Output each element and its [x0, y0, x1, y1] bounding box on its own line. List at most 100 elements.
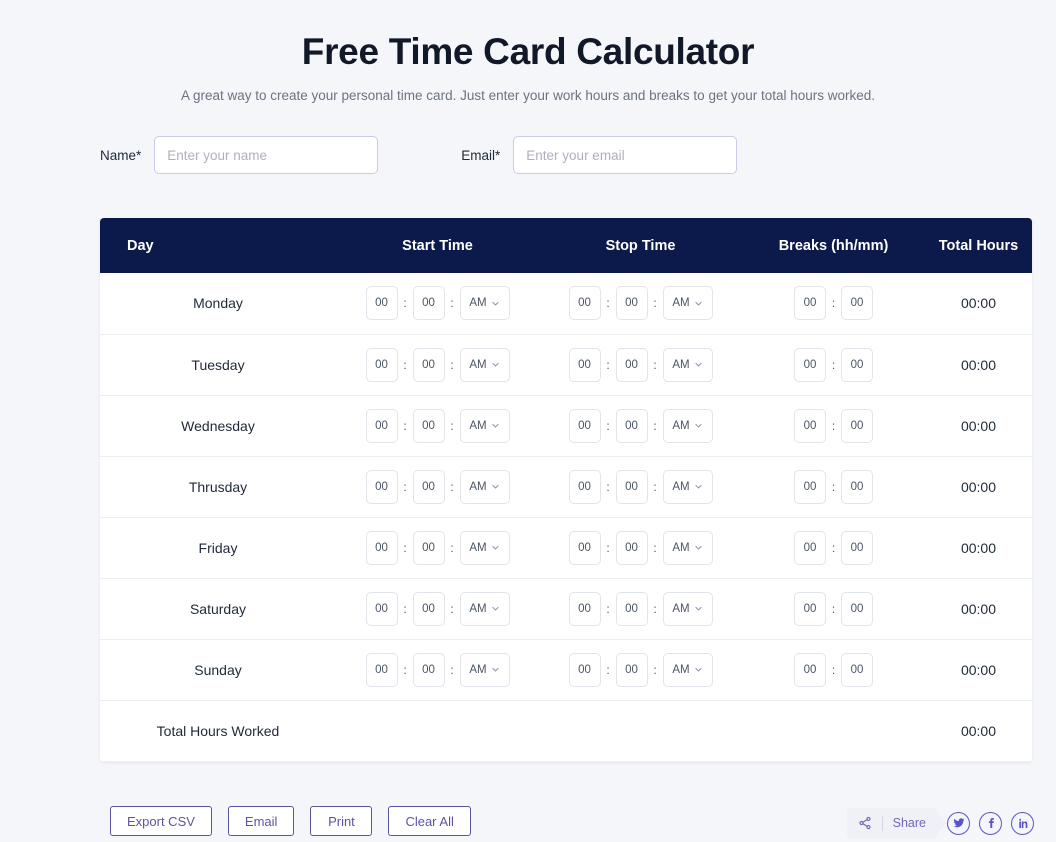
- table-row: Sunday:: AM:: AM: 00:00: [100, 639, 1032, 701]
- start-hour-input-6[interactable]: [365, 652, 398, 687]
- page-subtitle: A great way to create your personal time…: [180, 88, 876, 104]
- stop-hour-input-5[interactable]: [568, 591, 601, 626]
- time-card-table: Day Start Time Stop Time Breaks (hh/mm) …: [100, 218, 1032, 762]
- share-badge[interactable]: Share: [846, 808, 938, 838]
- stop-minute-input-3[interactable]: [615, 469, 648, 504]
- break-hour-input-2[interactable]: [794, 408, 826, 443]
- user-info-form: Name* Email*: [0, 136, 1056, 175]
- start-hour-input-5[interactable]: [365, 591, 398, 626]
- meridiem-value: AM: [469, 541, 487, 554]
- break-minute-input-0[interactable]: [841, 286, 873, 321]
- chevron-down-icon: [491, 421, 500, 430]
- start-minute-input-4[interactable]: [412, 530, 445, 565]
- table-row: Friday:: AM:: AM: 00:00: [100, 517, 1032, 579]
- stop-hour-input-3[interactable]: [568, 469, 601, 504]
- row-total-hours: 00:00: [925, 578, 1032, 640]
- break-minute-input-1[interactable]: [841, 347, 873, 382]
- break-hour-input-3[interactable]: [794, 469, 826, 504]
- start-meridiem-select-1[interactable]: AM: [459, 347, 510, 382]
- twitter-icon[interactable]: [947, 811, 970, 835]
- name-input[interactable]: [154, 136, 379, 175]
- start-hour-input-3[interactable]: [365, 469, 398, 504]
- start-meridiem-select-0[interactable]: AM: [459, 286, 510, 321]
- chevron-down-icon: [694, 421, 703, 430]
- break-hour-input-1[interactable]: [794, 347, 826, 382]
- stop-minute-input-0[interactable]: [615, 286, 648, 321]
- time-separator: :: [450, 357, 454, 372]
- break-minute-input-5[interactable]: [841, 591, 873, 626]
- time-separator: :: [831, 540, 836, 555]
- start-hour-input-0[interactable]: [365, 286, 398, 321]
- time-separator: :: [403, 357, 407, 372]
- day-label: Monday: [100, 273, 336, 335]
- print-button[interactable]: Print: [310, 806, 373, 836]
- stop-minute-input-5[interactable]: [615, 591, 648, 626]
- start-minute-input-5[interactable]: [412, 591, 445, 626]
- start-meridiem-select-2[interactable]: AM: [459, 408, 510, 443]
- start-meridiem-select-5[interactable]: AM: [459, 591, 510, 626]
- facebook-icon[interactable]: [979, 811, 1002, 835]
- table-row: Tuesday:: AM:: AM: 00:00: [100, 334, 1032, 396]
- start-minute-input-1[interactable]: [412, 347, 445, 382]
- stop-minute-input-2[interactable]: [615, 408, 648, 443]
- stop-meridiem-select-6[interactable]: AM: [662, 652, 713, 687]
- stop-meridiem-select-4[interactable]: AM: [662, 530, 713, 565]
- start-hour-input-4[interactable]: [365, 530, 398, 565]
- stop-minute-input-1[interactable]: [615, 347, 648, 382]
- stop-hour-input-4[interactable]: [568, 530, 601, 565]
- email-button[interactable]: Email: [227, 806, 295, 836]
- start-meridiem-select-3[interactable]: AM: [459, 469, 510, 504]
- start-minute-input-0[interactable]: [412, 286, 445, 321]
- day-label: Sunday: [100, 639, 336, 701]
- start-time-cell: :: AM: [336, 639, 539, 701]
- break-hour-input-6[interactable]: [794, 652, 826, 687]
- linkedin-icon[interactable]: [1011, 811, 1034, 835]
- email-label: Email*: [461, 147, 501, 163]
- stop-hour-input-0[interactable]: [568, 286, 601, 321]
- chevron-down-icon: [491, 604, 500, 613]
- stop-meridiem-select-0[interactable]: AM: [662, 286, 713, 321]
- time-separator: :: [831, 296, 836, 311]
- breaks-cell: :: [742, 517, 925, 579]
- time-separator: :: [403, 662, 407, 677]
- export-csv-button[interactable]: Export CSV: [110, 806, 212, 836]
- total-hours-value: 00:00: [925, 700, 1032, 762]
- start-hour-input-1[interactable]: [365, 347, 398, 382]
- day-label: Tuesday: [100, 334, 336, 396]
- time-separator: :: [606, 357, 610, 372]
- stop-meridiem-select-2[interactable]: AM: [662, 408, 713, 443]
- break-minute-input-6[interactable]: [841, 652, 873, 687]
- chevron-down-icon: [694, 604, 703, 613]
- email-input[interactable]: [513, 136, 738, 175]
- start-time-cell: :: AM: [336, 334, 539, 396]
- break-hour-input-5[interactable]: [794, 591, 826, 626]
- start-meridiem-select-6[interactable]: AM: [459, 652, 510, 687]
- break-minute-input-2[interactable]: [841, 408, 873, 443]
- stop-hour-input-1[interactable]: [568, 347, 601, 382]
- row-total-hours: 00:00: [925, 639, 1032, 701]
- time-separator: :: [606, 540, 610, 555]
- break-hour-input-0[interactable]: [794, 286, 826, 321]
- break-minute-input-3[interactable]: [841, 469, 873, 504]
- start-meridiem-select-4[interactable]: AM: [459, 530, 510, 565]
- start-minute-input-3[interactable]: [412, 469, 445, 504]
- stop-meridiem-select-5[interactable]: AM: [662, 591, 713, 626]
- start-minute-input-6[interactable]: [412, 652, 445, 687]
- stop-meridiem-select-3[interactable]: AM: [662, 469, 713, 504]
- break-minute-input-4[interactable]: [841, 530, 873, 565]
- start-time-cell: :: AM: [336, 517, 539, 579]
- clear-all-button[interactable]: Clear All: [388, 806, 471, 836]
- stop-minute-input-4[interactable]: [615, 530, 648, 565]
- start-hour-input-2[interactable]: [365, 408, 398, 443]
- chevron-down-icon: [491, 360, 500, 369]
- table-header: Day Start Time Stop Time Breaks (hh/mm) …: [100, 218, 1032, 273]
- stop-minute-input-6[interactable]: [615, 652, 648, 687]
- meridiem-value: AM: [672, 602, 690, 615]
- start-minute-input-2[interactable]: [412, 408, 445, 443]
- stop-hour-input-2[interactable]: [568, 408, 601, 443]
- meridiem-value: AM: [672, 663, 690, 676]
- stop-hour-input-6[interactable]: [568, 652, 601, 687]
- break-hour-input-4[interactable]: [794, 530, 826, 565]
- meridiem-value: AM: [672, 541, 690, 554]
- stop-meridiem-select-1[interactable]: AM: [662, 347, 713, 382]
